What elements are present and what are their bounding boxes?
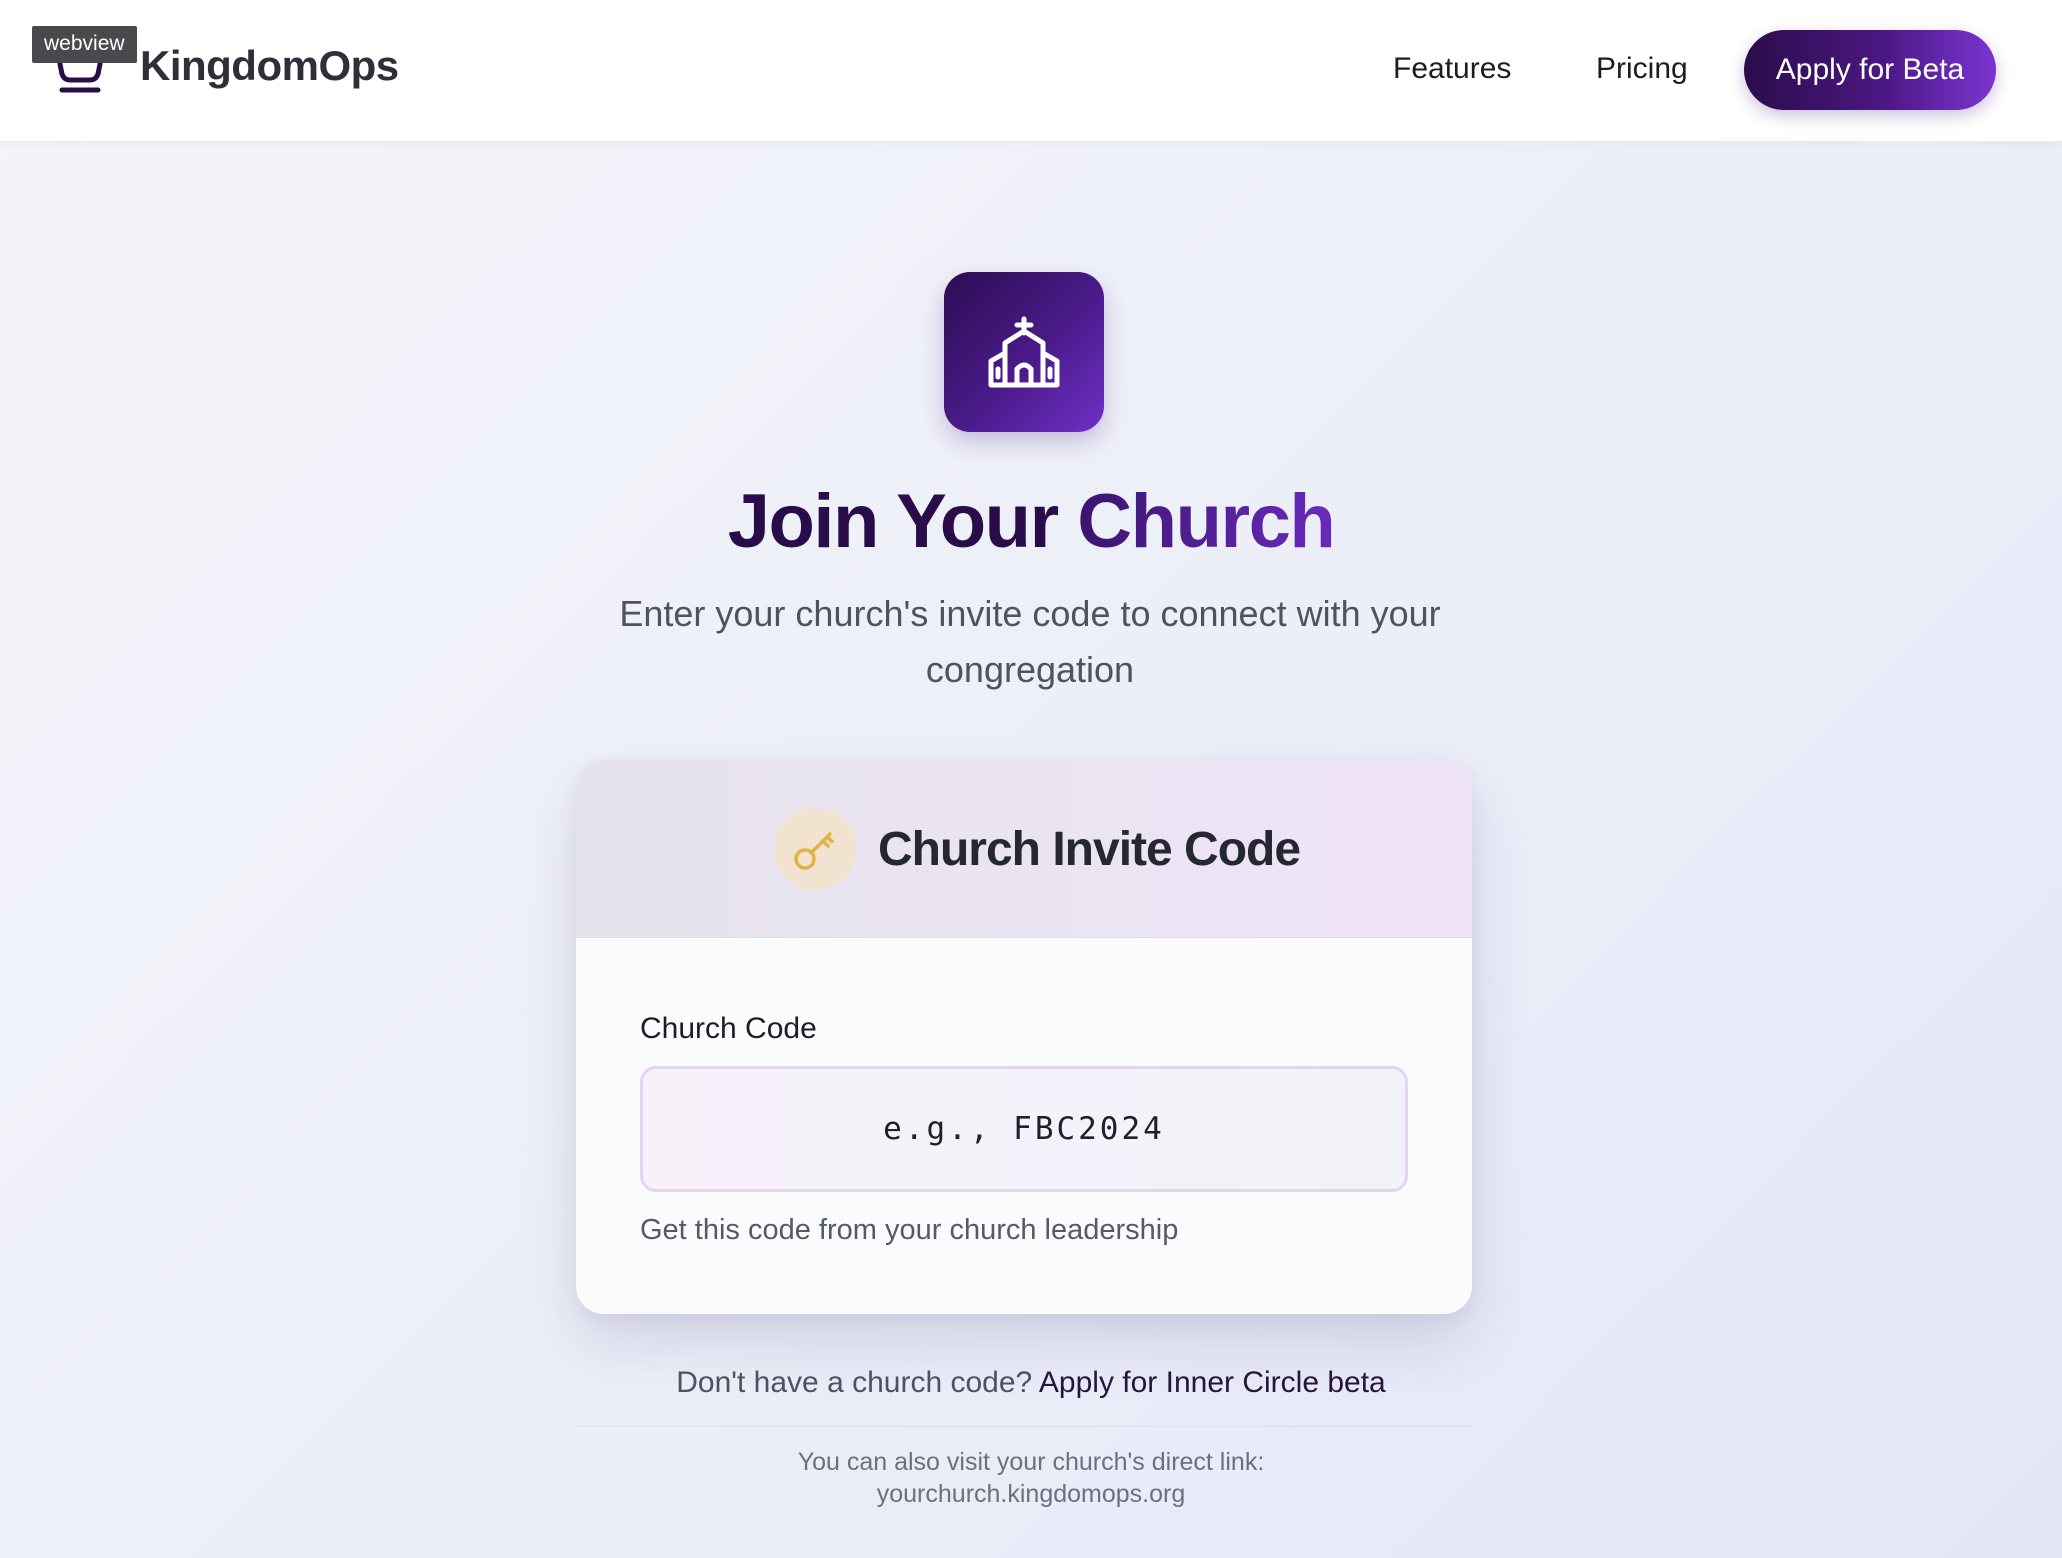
- page-title-part-2: Church: [1077, 479, 1336, 564]
- logo-text[interactable]: KingdomOps: [140, 42, 399, 90]
- page-title-part-1: Join Your: [727, 479, 1059, 564]
- divider: [576, 1426, 1472, 1427]
- direct-link-url: yourchurch.kingdomops.org: [876, 1480, 1186, 1508]
- key-icon: [774, 808, 856, 890]
- direct-link-note: You can also visit your church's direct …: [0, 1446, 2062, 1510]
- church-icon-tile: [944, 272, 1104, 432]
- direct-link-text: You can also visit your church's direct …: [797, 1448, 1265, 1476]
- nav-pricing-link[interactable]: Pricing: [1596, 52, 1688, 86]
- page-title: Join Your Church: [0, 478, 2062, 565]
- webview-badge: webview: [32, 26, 137, 63]
- nav-features-link[interactable]: Features: [1393, 52, 1511, 86]
- church-code-input[interactable]: [640, 1066, 1408, 1192]
- no-code-prompt: Don't have a church code? Apply for Inne…: [0, 1366, 2062, 1400]
- page-subtitle: Enter your church's invite code to conne…: [619, 593, 1441, 690]
- card-header: Church Invite Code: [576, 760, 1472, 938]
- apply-for-beta-button[interactable]: Apply for Beta: [1744, 30, 1996, 110]
- top-nav-bar: webview KingdomOps Features Pricing Appl…: [0, 0, 2062, 142]
- church-icon: [988, 316, 1060, 388]
- church-code-helper-text: Get this code from your church leadershi…: [640, 1214, 1179, 1246]
- apply-inner-circle-link[interactable]: Apply for Inner Circle beta: [1039, 1366, 1386, 1399]
- no-code-text: Don't have a church code?: [676, 1366, 1033, 1399]
- card-title: Church Invite Code: [878, 823, 1301, 876]
- invite-code-card: Church Invite Code Church Code Get this …: [576, 760, 1472, 1314]
- church-code-label: Church Code: [640, 1012, 817, 1045]
